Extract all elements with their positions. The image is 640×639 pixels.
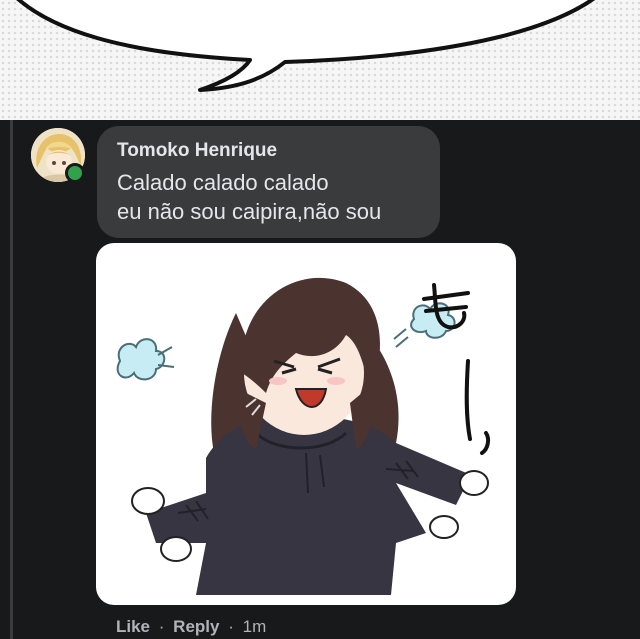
reply-link[interactable]: Reply — [173, 617, 219, 637]
comment-timestamp[interactable]: 1m — [243, 617, 267, 637]
comment-bubble: Tomoko Henrique Calado calado calado eu … — [97, 126, 440, 238]
screenshot: Tomoko Henrique Calado calado calado eu … — [0, 0, 640, 639]
comment-text-line-1: Calado calado calado — [117, 170, 329, 195]
separator-dot: · — [158, 617, 165, 636]
separator-dot: · — [228, 617, 234, 636]
speech-balloon — [16, 0, 595, 92]
anime-girl-sticker — [116, 277, 491, 595]
comment-actions: Like · Reply · 1m — [116, 617, 266, 637]
mo-glyph — [422, 283, 491, 455]
like-link[interactable]: Like — [116, 617, 150, 637]
comment-sticker[interactable] — [96, 243, 516, 605]
thread-line — [10, 120, 13, 639]
comment-author[interactable]: Tomoko Henrique — [117, 140, 420, 162]
comment-text-line-2: eu não sou caipira,não sou — [117, 199, 382, 224]
online-status-dot — [65, 163, 85, 183]
comic-panel — [0, 0, 640, 120]
puff-cloud-left — [116, 338, 175, 381]
